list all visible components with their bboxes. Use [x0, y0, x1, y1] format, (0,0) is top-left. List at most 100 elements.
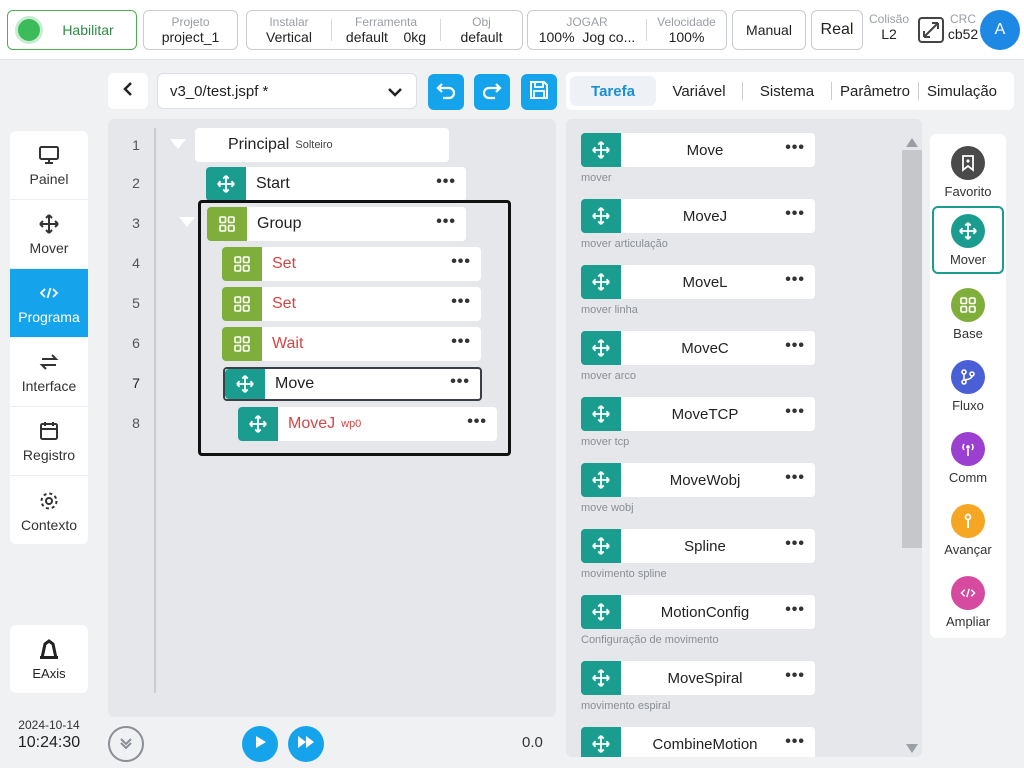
command-movej[interactable]: MoveJ •••: [581, 199, 815, 233]
nav-item-registro[interactable]: Registro: [10, 407, 88, 476]
tree-node-principal[interactable]: Principal Solteiro: [195, 128, 449, 162]
jog-speed-group[interactable]: JOGAR 100% Jog co... Velocidade 100%: [527, 10, 727, 50]
command-move[interactable]: Move •••: [581, 133, 815, 167]
command-movetcp[interactable]: MoveTCP •••: [581, 397, 815, 431]
command-list: Move ••• mover MoveJ ••• mover articulaç…: [566, 119, 922, 757]
category-label: Ampliar: [945, 613, 991, 629]
more-options-icon[interactable]: •••: [785, 404, 805, 420]
project-selector[interactable]: Projeto project_1: [143, 10, 238, 50]
nav-item-mover[interactable]: Mover: [10, 200, 88, 269]
tab-tarefa[interactable]: Tarefa: [570, 76, 656, 106]
real-mode-button[interactable]: Real: [811, 10, 863, 50]
more-options-icon[interactable]: •••: [436, 174, 456, 190]
node-label: Start: [256, 175, 290, 192]
command-movespiral[interactable]: MoveSpiral •••: [581, 661, 815, 695]
back-button[interactable]: [108, 73, 148, 109]
install-tool-obj-group[interactable]: Instalar Vertical Ferramenta default 0kg…: [246, 10, 523, 50]
more-options-icon[interactable]: •••: [785, 602, 805, 618]
program-file-select[interactable]: v3_0/test.jspf *: [157, 73, 417, 109]
nav-item-contexto[interactable]: Contexto: [10, 476, 88, 544]
eaxis-label: EAxis: [32, 665, 66, 681]
category-ampliar[interactable]: Ampliar: [932, 568, 1004, 636]
enable-button[interactable]: Habilitar: [7, 10, 137, 50]
tree-node-group[interactable]: Group •••: [207, 207, 466, 241]
nav-item-painel[interactable]: Painel: [10, 131, 88, 200]
category-comm[interactable]: Comm: [932, 424, 1004, 492]
wrench-icon: [951, 503, 985, 538]
command-motionconfig[interactable]: MotionConfig •••: [581, 595, 815, 629]
category-fluxo[interactable]: Fluxo: [932, 352, 1004, 420]
step-forward-button[interactable]: [288, 726, 324, 762]
node-label: Wait: [272, 335, 304, 352]
command-movewobj[interactable]: MoveWobj •••: [581, 463, 815, 497]
command-description: mover tcp: [581, 436, 630, 448]
more-options-icon[interactable]: •••: [451, 334, 471, 350]
more-options-icon[interactable]: •••: [467, 414, 487, 430]
more-options-icon[interactable]: •••: [785, 470, 805, 486]
scroll-down-icon[interactable]: [906, 744, 918, 753]
collapse-toggle-icon[interactable]: [170, 139, 186, 149]
undo-button[interactable]: [428, 74, 464, 110]
more-options-icon[interactable]: •••: [436, 214, 456, 230]
move-icon: [238, 407, 278, 441]
more-options-icon[interactable]: •••: [450, 374, 470, 390]
clock: 2024-10-14 10:24:30: [10, 718, 88, 752]
project-caption: Projeto: [171, 14, 210, 29]
tab-variavel[interactable]: Variável: [656, 76, 742, 106]
move-icon: [37, 212, 61, 236]
obj-caption: Obj: [472, 14, 491, 29]
scrollbar-thumb[interactable]: [902, 150, 922, 548]
eaxis-button[interactable]: EAxis: [10, 625, 88, 693]
command-description: mover articulação: [581, 238, 668, 250]
more-options-icon[interactable]: •••: [785, 338, 805, 354]
command-combinemotion[interactable]: CombineMotion •••: [581, 727, 815, 757]
time-text: 10:24:30: [17, 734, 81, 751]
nav-item-interface[interactable]: Interface: [10, 338, 88, 407]
nav-item-programa[interactable]: Programa: [10, 269, 88, 338]
more-options-icon[interactable]: •••: [785, 668, 805, 684]
save-button[interactable]: [521, 74, 557, 110]
line-number: 3: [132, 215, 140, 231]
more-options-icon[interactable]: •••: [785, 206, 805, 222]
more-options-icon[interactable]: •••: [785, 734, 805, 750]
tree-node-move[interactable]: Move •••: [223, 367, 482, 401]
command-movel[interactable]: MoveL •••: [581, 265, 815, 299]
category-label: Comm: [948, 469, 988, 485]
redo-button[interactable]: [474, 74, 510, 110]
more-options-icon[interactable]: •••: [451, 294, 471, 310]
jog-caption: JOGAR: [566, 14, 608, 29]
collision-level[interactable]: Colisão L2: [868, 12, 910, 43]
calendar-icon: [37, 419, 61, 443]
category-mover[interactable]: Mover: [932, 206, 1004, 274]
command-spline[interactable]: Spline •••: [581, 529, 815, 563]
manual-mode-button[interactable]: Manual: [732, 10, 806, 50]
command-description: move wobj: [581, 502, 634, 514]
tree-node-wait[interactable]: Wait •••: [222, 327, 481, 361]
tree-node-set[interactable]: Set •••: [222, 287, 481, 321]
more-options-icon[interactable]: •••: [785, 536, 805, 552]
category-avancar[interactable]: Avançar: [932, 496, 1004, 564]
more-options-icon[interactable]: •••: [785, 272, 805, 288]
collapse-all-button[interactable]: [108, 726, 144, 762]
move-icon: [581, 595, 621, 629]
category-favorito[interactable]: Favorito: [932, 138, 1004, 206]
crc-value: cb52: [947, 26, 979, 42]
category-base[interactable]: Base: [932, 280, 1004, 348]
more-options-icon[interactable]: •••: [785, 140, 805, 156]
tree-node-set[interactable]: Set •••: [222, 247, 481, 281]
user-avatar[interactable]: A: [980, 10, 1020, 50]
tab-simulacao[interactable]: Simulação: [919, 76, 1005, 106]
command-movec[interactable]: MoveC •••: [581, 331, 815, 365]
expand-icon[interactable]: [917, 16, 945, 44]
robot-arm-icon: [38, 638, 60, 663]
play-button[interactable]: [242, 726, 278, 762]
tab-parametro[interactable]: Parâmetro: [832, 76, 918, 106]
tree-node-movej[interactable]: MoveJ wp0 •••: [238, 407, 497, 441]
more-options-icon[interactable]: •••: [451, 254, 471, 270]
tree-node-start[interactable]: Start •••: [206, 167, 466, 201]
tab-sistema[interactable]: Sistema: [743, 76, 831, 106]
scroll-up-icon[interactable]: [906, 138, 918, 147]
move-icon: [581, 199, 621, 233]
command-tabs: Tarefa Variável Sistema Parâmetro Simula…: [566, 72, 1014, 110]
collapse-toggle-icon[interactable]: [179, 217, 195, 227]
